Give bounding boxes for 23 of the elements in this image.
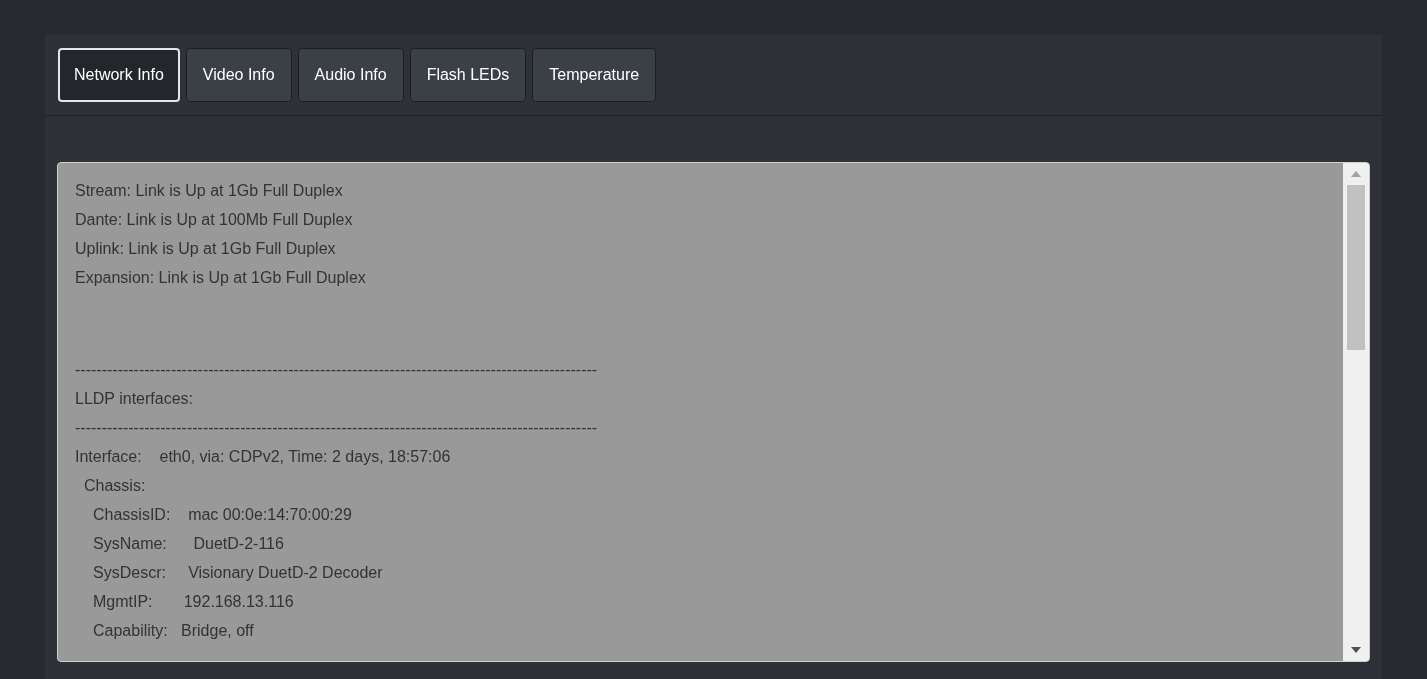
scrollbar[interactable]	[1343, 163, 1369, 661]
output-line: Chassis:	[84, 476, 146, 496]
output-line: SysName: DuetD-2-116	[93, 534, 284, 554]
output-line: SysDescr: Visionary DuetD-2 Decoder	[93, 563, 383, 583]
output-line: Dante: Link is Up at 100Mb Full Duplex	[75, 210, 353, 230]
scroll-down-icon[interactable]	[1351, 647, 1361, 653]
output-line: LLDP interfaces:	[75, 389, 193, 409]
tab[interactable]: Temperature	[532, 48, 657, 102]
output-line: MgmtIP: 192.168.13.116	[93, 592, 294, 612]
tab[interactable]: Video Info	[185, 48, 292, 102]
output-line: ChassisID: mac 00:0e:14:70:00:29	[93, 505, 352, 525]
scrollbar-thumb[interactable]	[1347, 185, 1365, 350]
output-line: --------------------------------------------------------------------------------------------------	[75, 360, 598, 380]
tab[interactable]: Audio Info	[297, 48, 404, 102]
output-line: Interface: eth0, via: CDPv2, Time: 2 days, 18:57:06	[75, 447, 451, 467]
output-line: Stream: Link is Up at 1Gb Full Duplex	[75, 181, 343, 201]
tab[interactable]: Network Info	[58, 48, 180, 102]
output-line: Capability: Bridge, off	[93, 621, 254, 641]
output-line: Uplink: Link is Up at 1Gb Full Duplex	[75, 239, 336, 259]
scroll-up-icon[interactable]	[1351, 171, 1361, 177]
tab[interactable]: Flash LEDs	[409, 48, 527, 102]
output-line: --------------------------------------------------------------------------------------------------	[75, 418, 598, 438]
output-line: Expansion: Link is Up at 1Gb Full Duplex	[75, 268, 366, 288]
